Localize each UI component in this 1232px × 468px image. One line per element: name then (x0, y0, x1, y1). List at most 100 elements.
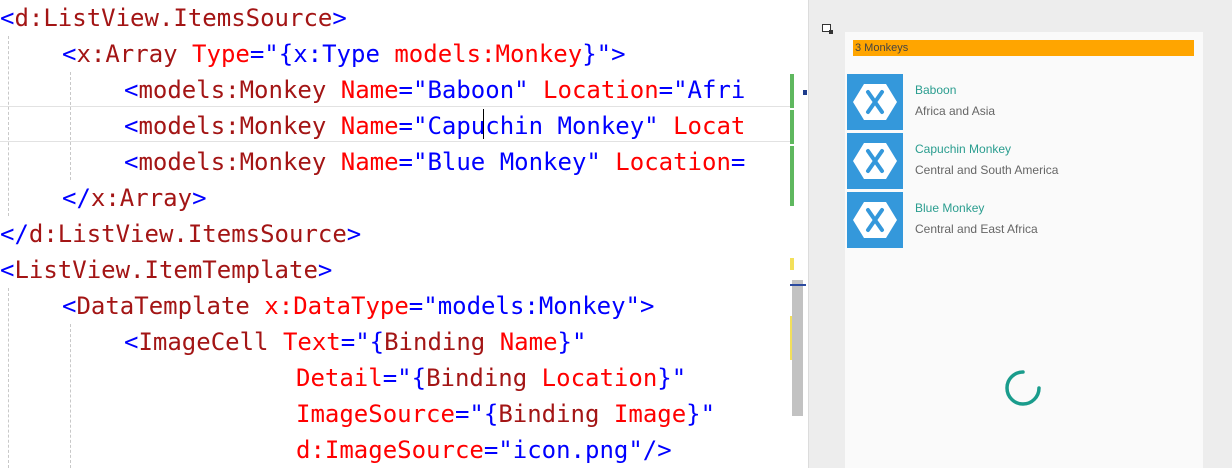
code-token: DataTemplate (76, 292, 250, 320)
cell-detail: Central and South America (915, 163, 1059, 177)
code-token: ImageSource (296, 400, 455, 428)
code-token: Text (268, 328, 341, 356)
code-token: < (62, 292, 77, 320)
indent-guide (8, 288, 9, 468)
code-line[interactable]: <ImageCell Text="{Binding Name}" (124, 324, 586, 360)
code-token: Name (326, 76, 399, 104)
code-token: = (730, 148, 746, 176)
cell-text: Capuchin Monkey (915, 142, 1012, 156)
code-token: ="{ (454, 400, 499, 428)
code-token: models:Monkey (138, 112, 327, 140)
code-token: Name (326, 112, 399, 140)
code-token: </ (62, 184, 91, 212)
code-token: Location (528, 76, 659, 104)
code-token: < (62, 40, 77, 68)
code-token: < (124, 76, 139, 104)
xamarin-icon (847, 74, 903, 130)
code-token: < (0, 256, 15, 284)
code-token: ="Blue Monkey" (398, 148, 601, 176)
code-token: Locat (658, 112, 746, 140)
change-marker-saved (790, 74, 794, 108)
scroll-caret-marker (790, 284, 806, 286)
code-token: ListView.ItemTemplate (14, 256, 318, 284)
code-token: Type (177, 40, 250, 68)
element-picker-icon[interactable] (822, 24, 833, 34)
code-token: Detail (296, 364, 383, 392)
code-token: Binding (384, 328, 486, 356)
code-token: d:ImageSource (296, 436, 484, 464)
code-token: x:Array (76, 40, 178, 68)
code-line[interactable]: <models:Monkey Name="Baboon" Location="A… (124, 72, 745, 108)
code-token: ="{x:Type (249, 40, 395, 68)
code-token: ="{ (382, 364, 427, 392)
code-line[interactable]: <d:ListView.ItemsSource> (0, 0, 347, 36)
list-item[interactable]: Baboon Africa and Asia (847, 74, 1197, 130)
cell-detail: Africa and Asia (915, 104, 996, 118)
cell-text: Baboon (915, 83, 957, 97)
code-token: < (124, 148, 139, 176)
indent-guide (8, 36, 9, 216)
cell-text: Blue Monkey (915, 201, 985, 215)
code-line[interactable]: </d:ListView.ItemsSource> (0, 216, 361, 252)
code-token: > (332, 4, 347, 32)
code-token: < (124, 328, 139, 356)
code-token: x:Array (90, 184, 193, 212)
text-caret (483, 109, 484, 139)
code-token: d:ListView.ItemsSource (14, 4, 333, 32)
code-token: }" (657, 364, 687, 392)
code-token: > (192, 184, 207, 212)
change-marker-unsaved (790, 258, 794, 270)
code-token: > (346, 220, 362, 248)
code-line[interactable]: d:ImageSource="icon.png"/> (296, 432, 672, 468)
code-token: x:DataType (249, 292, 409, 320)
change-marker-saved (790, 146, 794, 206)
indent-guide (70, 324, 71, 468)
code-token: Location (527, 364, 658, 392)
code-line[interactable]: ImageSource="{Binding Image}" (296, 396, 715, 432)
indent-guide (70, 72, 71, 180)
code-token: ="Afri (658, 76, 746, 104)
code-token: }" (557, 328, 587, 356)
code-token: d:ListView.ItemsSource (28, 220, 347, 248)
scrollbar-thumb[interactable] (792, 280, 803, 416)
list-item[interactable]: Capuchin Monkey Central and South Americ… (847, 133, 1197, 189)
code-line[interactable]: <DataTemplate x:DataType="models:Monkey"… (62, 288, 654, 324)
pane-divider (808, 0, 809, 468)
xamarin-icon (847, 192, 903, 248)
code-line[interactable]: </x:Array> (62, 180, 207, 216)
list-header-label: 3 Monkeys (853, 40, 1194, 56)
loading-spinner-icon (1005, 370, 1041, 406)
change-marker-saved (790, 110, 794, 144)
code-line[interactable]: <models:Monkey Name="Blue Monkey" Locati… (124, 144, 745, 180)
code-token: ="models:Monkey"> (408, 292, 655, 320)
code-token: models:Monkey (394, 40, 583, 68)
code-token: > (317, 256, 333, 284)
list-item[interactable]: Blue Monkey Central and East Africa (847, 192, 1197, 248)
xamarin-icon (847, 133, 903, 189)
code-token: }" (686, 400, 716, 428)
code-token: ="Baboon" (398, 76, 529, 104)
code-token: Name (326, 148, 399, 176)
code-token: ="icon.png"/> (483, 436, 672, 464)
code-token: </ (0, 220, 29, 248)
marker-dot (803, 90, 807, 95)
code-token: < (124, 112, 139, 140)
code-token: ="Capuchin Monkey" (398, 112, 659, 140)
code-token: Location (600, 148, 731, 176)
code-line[interactable]: Detail="{Binding Location}" (296, 360, 686, 396)
code-token: Binding (426, 364, 528, 392)
code-line[interactable]: <models:Monkey Name="Capuchin Monkey" Lo… (124, 108, 745, 144)
cell-detail: Central and East Africa (915, 222, 1038, 236)
code-token: Binding (498, 400, 600, 428)
code-token: ="{ (340, 328, 385, 356)
device-preview: 3 Monkeys Baboon Africa and Asia Capuchi… (845, 32, 1203, 468)
code-token: }"> (582, 40, 626, 68)
code-token: models:Monkey (138, 76, 327, 104)
code-token: < (0, 4, 15, 32)
code-token: Image (599, 400, 687, 428)
code-line[interactable]: <ListView.ItemTemplate> (0, 252, 332, 288)
code-token: models:Monkey (138, 148, 327, 176)
code-line[interactable]: <x:Array Type="{x:Type models:Monkey}"> (62, 36, 626, 72)
code-token: Name (485, 328, 558, 356)
xaml-code-editor[interactable]: <d:ListView.ItemsSource> <x:Array Type="… (0, 0, 790, 468)
